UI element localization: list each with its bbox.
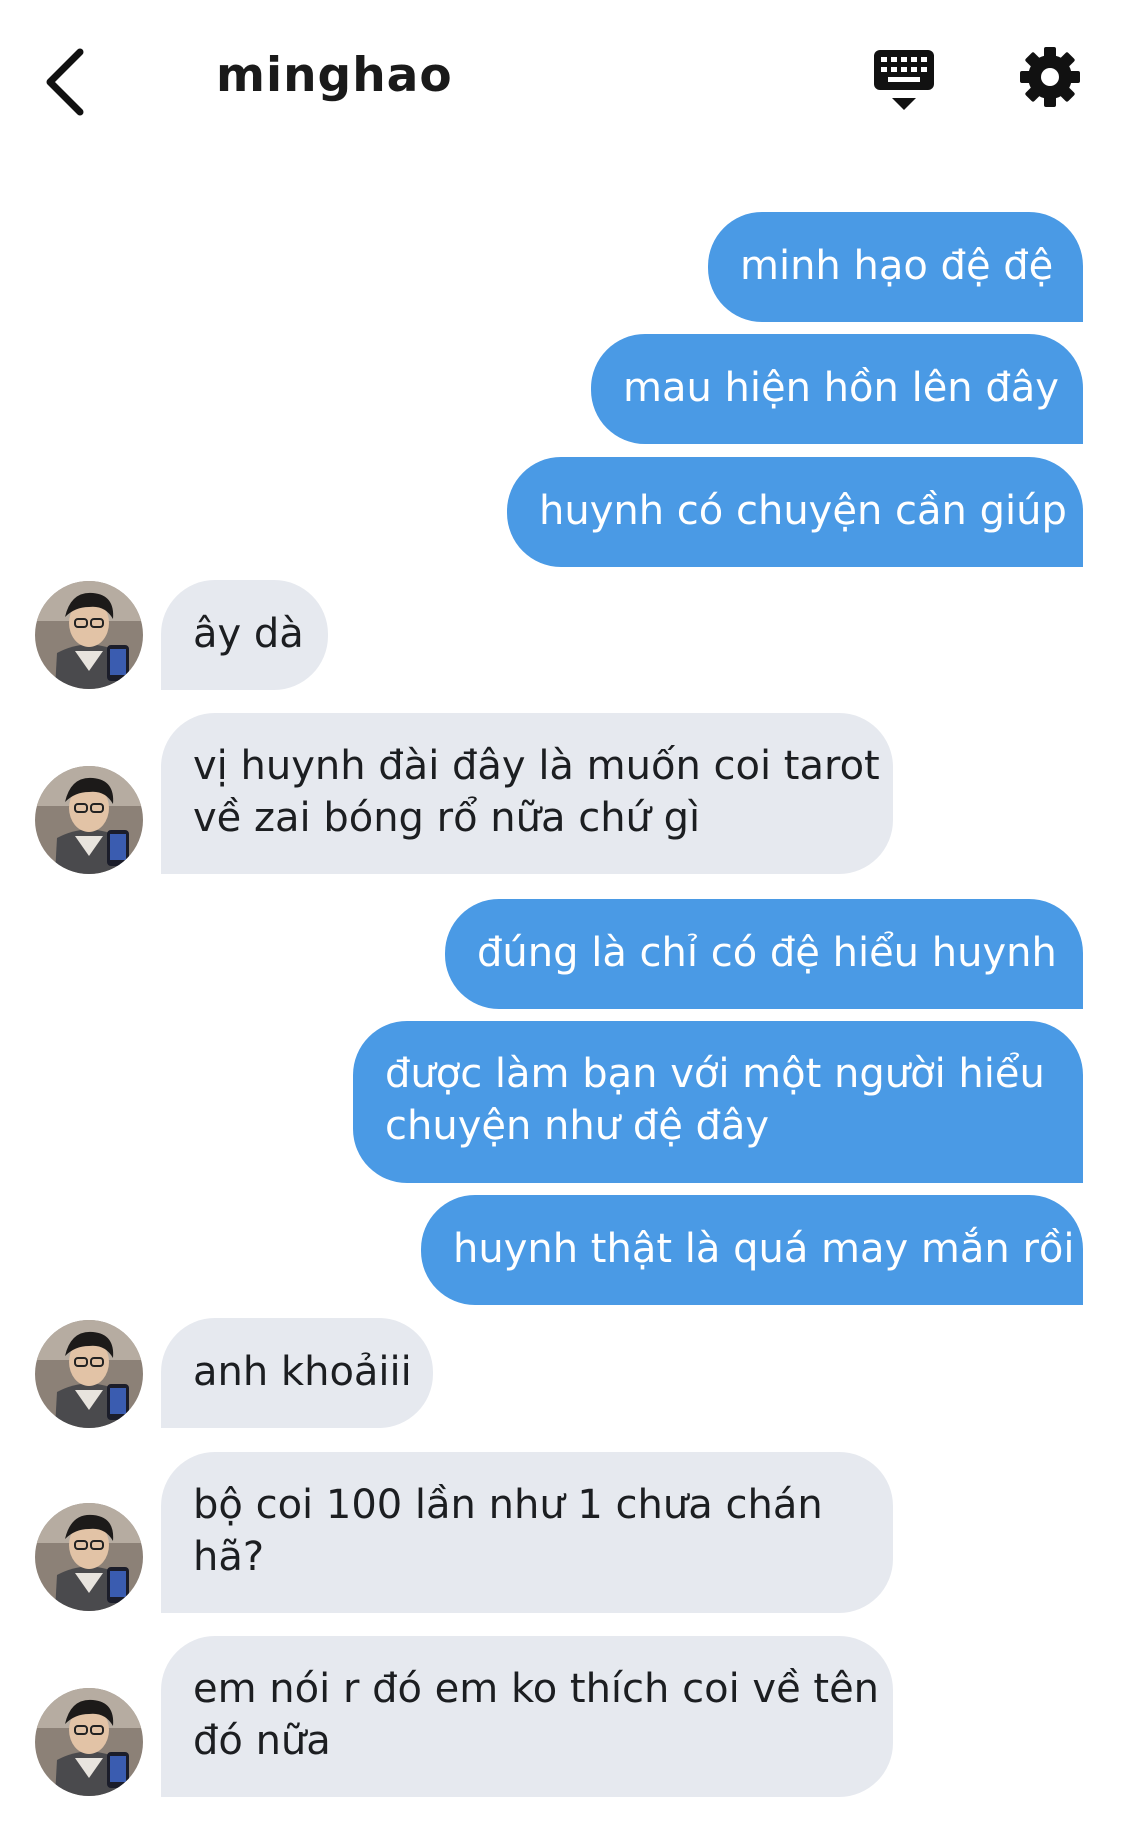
message-bubble-outgoing[interactable]: mau hiện hồn lên đây bbox=[591, 334, 1083, 444]
message-bubble-incoming[interactable]: bộ coi 100 lần như 1 chưa chán hã? bbox=[161, 1452, 893, 1613]
keyboard-icon bbox=[874, 50, 934, 110]
message-bubble-outgoing[interactable]: minh hạo đệ đệ bbox=[708, 212, 1083, 322]
back-button[interactable] bbox=[30, 40, 100, 120]
message-text: huynh thật là quá may mắn rồi bbox=[453, 1226, 1075, 1272]
message-bubble-incoming[interactable]: anh khoảiii bbox=[161, 1318, 433, 1428]
message-text: được làm bạn với một người hiểu bbox=[385, 1051, 1045, 1097]
message-text: mau hiện hồn lên đây bbox=[623, 365, 1059, 411]
avatar[interactable] bbox=[35, 1320, 143, 1428]
message-bubble-outgoing[interactable]: đúng là chỉ có đệ hiểu huynh bbox=[445, 899, 1083, 1009]
message-bubble-outgoing[interactable]: được làm bạn với một người hiểu chuyện n… bbox=[353, 1021, 1083, 1183]
avatar[interactable] bbox=[35, 1503, 143, 1611]
message-text: huynh có chuyện cần giúp bbox=[539, 488, 1067, 534]
chat-header: minghao bbox=[0, 0, 1125, 150]
message-text: ây dà bbox=[193, 611, 304, 657]
settings-button[interactable] bbox=[1018, 45, 1082, 109]
avatar-image bbox=[35, 1688, 143, 1796]
message-text: về zai bóng rổ nữa chứ gì bbox=[193, 795, 701, 841]
avatar-image bbox=[35, 581, 143, 689]
keyboard-button[interactable] bbox=[872, 46, 936, 116]
message-text: hã? bbox=[193, 1534, 265, 1580]
message-text: em nói r đó em ko thích coi về tên bbox=[193, 1666, 880, 1712]
chevron-left-icon bbox=[46, 48, 84, 116]
avatar[interactable] bbox=[35, 766, 143, 874]
message-text: đúng là chỉ có đệ hiểu huynh bbox=[477, 930, 1057, 976]
message-text: anh khoảiii bbox=[193, 1349, 412, 1395]
message-bubble-incoming[interactable]: em nói r đó em ko thích coi về tên đó nữ… bbox=[161, 1636, 893, 1797]
message-text: minh hạo đệ đệ bbox=[740, 243, 1054, 289]
message-bubble-outgoing[interactable]: huynh thật là quá may mắn rồi bbox=[421, 1195, 1083, 1305]
avatar-image bbox=[35, 1503, 143, 1611]
chat-title: minghao bbox=[216, 48, 453, 103]
avatar-image bbox=[35, 766, 143, 874]
message-bubble-outgoing[interactable]: huynh có chuyện cần giúp bbox=[507, 457, 1083, 567]
message-bubble-incoming[interactable]: ây dà bbox=[161, 580, 328, 690]
avatar[interactable] bbox=[35, 581, 143, 689]
message-text: bộ coi 100 lần như 1 chưa chán bbox=[193, 1482, 823, 1528]
gear-icon bbox=[1020, 47, 1080, 107]
message-text: chuyện như đệ đây bbox=[385, 1103, 770, 1149]
avatar[interactable] bbox=[35, 1688, 143, 1796]
avatar-image bbox=[35, 1320, 143, 1428]
message-bubble-incoming[interactable]: vị huynh đài đây là muốn coi tarot về za… bbox=[161, 713, 893, 874]
message-text: đó nữa bbox=[193, 1718, 331, 1764]
message-text: vị huynh đài đây là muốn coi tarot bbox=[193, 743, 880, 789]
